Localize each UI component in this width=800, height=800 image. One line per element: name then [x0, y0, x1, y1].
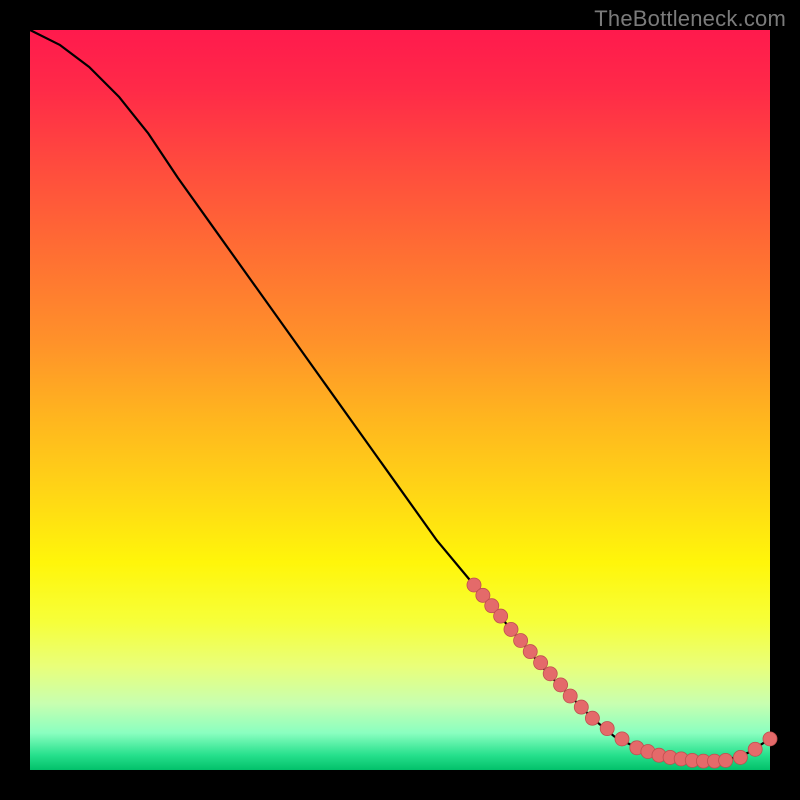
data-point [504, 622, 518, 636]
data-point [534, 656, 548, 670]
watermark-text: TheBottleneck.com [594, 6, 786, 32]
data-point [494, 609, 508, 623]
data-point [554, 678, 568, 692]
chart-stage: TheBottleneck.com [0, 0, 800, 800]
bottleneck-curve-line [30, 30, 770, 761]
data-point [523, 645, 537, 659]
data-point [543, 667, 557, 681]
data-point [748, 742, 762, 756]
data-point [574, 700, 588, 714]
data-point [600, 722, 614, 736]
plot-area [30, 30, 770, 770]
data-point [615, 732, 629, 746]
highlighted-points-group [467, 578, 777, 768]
data-point [719, 753, 733, 767]
chart-svg-layer [30, 30, 770, 770]
data-point [514, 633, 528, 647]
data-point [563, 689, 577, 703]
data-point [585, 711, 599, 725]
data-point [763, 732, 777, 746]
data-point [733, 750, 747, 764]
